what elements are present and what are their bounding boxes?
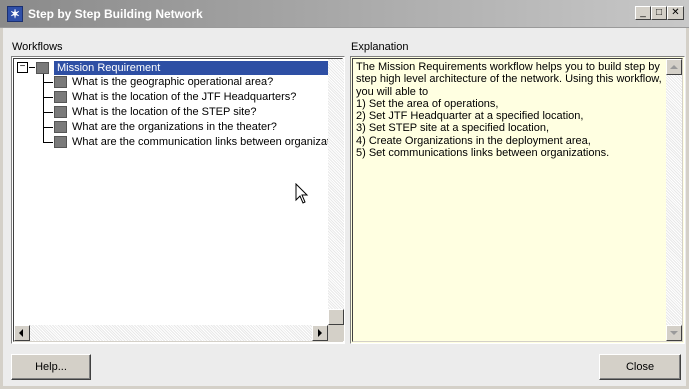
close-button[interactable]: Close xyxy=(599,354,681,380)
close-icon: ✕ xyxy=(671,7,680,18)
tree-root-label: Mission Requirement xyxy=(57,62,161,74)
step-icon xyxy=(54,121,67,133)
explanation-panel: The Mission Requirements workflow helps … xyxy=(350,56,685,344)
explanation-scroll-down-button[interactable] xyxy=(666,325,682,341)
tree-vertical-scrollbar[interactable] xyxy=(328,59,344,325)
explanation-text: The Mission Requirements workflow helps … xyxy=(356,61,662,160)
mouse-cursor-icon xyxy=(295,183,309,204)
workflows-label: Workflows xyxy=(12,41,63,53)
tree-item-label: What is the location of the STEP site? xyxy=(72,106,257,118)
tree-horizontal-scrollbar[interactable] xyxy=(14,325,328,341)
step-icon xyxy=(54,106,67,118)
step-icon xyxy=(54,136,67,148)
tree-scroll-down-button[interactable] xyxy=(328,309,344,325)
explanation-label: Explanation xyxy=(351,41,409,53)
tree-item-communication-links[interactable]: What are the communication links between… xyxy=(72,135,328,149)
explanation-frame: The Mission Requirements workflow helps … xyxy=(352,58,683,342)
tree-connector xyxy=(43,142,53,143)
tree-item-jtf-headquarters[interactable]: What is the location of the JTF Headquar… xyxy=(72,90,296,104)
tree-item-organizations[interactable]: What are the organizations in the theate… xyxy=(72,120,277,134)
collapse-toggle[interactable]: − xyxy=(17,62,28,73)
tree-scroll-left-button[interactable] xyxy=(14,325,30,341)
help-button-label: Help... xyxy=(35,361,67,373)
tree-connector xyxy=(43,112,53,113)
scrollbar-corner xyxy=(328,325,344,341)
minimize-icon: _ xyxy=(640,7,646,18)
step-icon xyxy=(54,76,67,88)
tree-item-label: What is the location of the JTF Headquar… xyxy=(72,91,297,103)
help-button[interactable]: Help... xyxy=(11,354,91,380)
tree-item-label: What are the organizations in the theate… xyxy=(72,121,277,133)
tree-item-label: What is the geographic operational area? xyxy=(72,76,274,88)
window-title: Step by Step Building Network xyxy=(28,7,203,21)
maximize-button[interactable]: □ xyxy=(651,6,667,20)
tree-item-operational-area[interactable]: What is the geographic operational area? xyxy=(72,75,273,89)
maximize-icon: □ xyxy=(655,7,663,18)
arrow-left-icon xyxy=(19,329,23,337)
arrow-up-icon xyxy=(670,65,678,69)
explanation-scroll-up-button[interactable] xyxy=(666,59,682,75)
close-button-label: Close xyxy=(625,361,655,373)
tree-connector xyxy=(43,127,53,128)
title-bar[interactable]: ✶ Step by Step Building Network _ □ ✕ xyxy=(0,0,689,28)
explanation-vertical-scrollbar[interactable] xyxy=(666,59,682,341)
close-window-button[interactable]: ✕ xyxy=(667,6,684,20)
tree-scroll-right-button[interactable] xyxy=(312,325,328,341)
workflows-tree-frame: − Mission Requirement What is the geogra… xyxy=(13,58,344,342)
arrow-down-icon xyxy=(670,331,678,335)
dialog-body: Workflows Explanation − Mission Requirem… xyxy=(3,28,686,386)
tree-item-label: What are the communication links between… xyxy=(72,136,328,148)
tree-connector xyxy=(29,67,35,68)
tree-connector xyxy=(43,82,53,83)
workflow-folder-icon xyxy=(36,62,49,74)
arrow-right-icon xyxy=(318,329,322,337)
minimize-button[interactable]: _ xyxy=(635,6,651,20)
tree-root-mission-requirement[interactable]: Mission Requirement xyxy=(54,61,336,75)
step-icon xyxy=(54,91,67,103)
tree-connector xyxy=(43,97,53,98)
app-icon: ✶ xyxy=(7,6,23,22)
tree-item-step-site[interactable]: What is the location of the STEP site? xyxy=(72,105,256,119)
tree-connector-vertical xyxy=(43,74,44,142)
